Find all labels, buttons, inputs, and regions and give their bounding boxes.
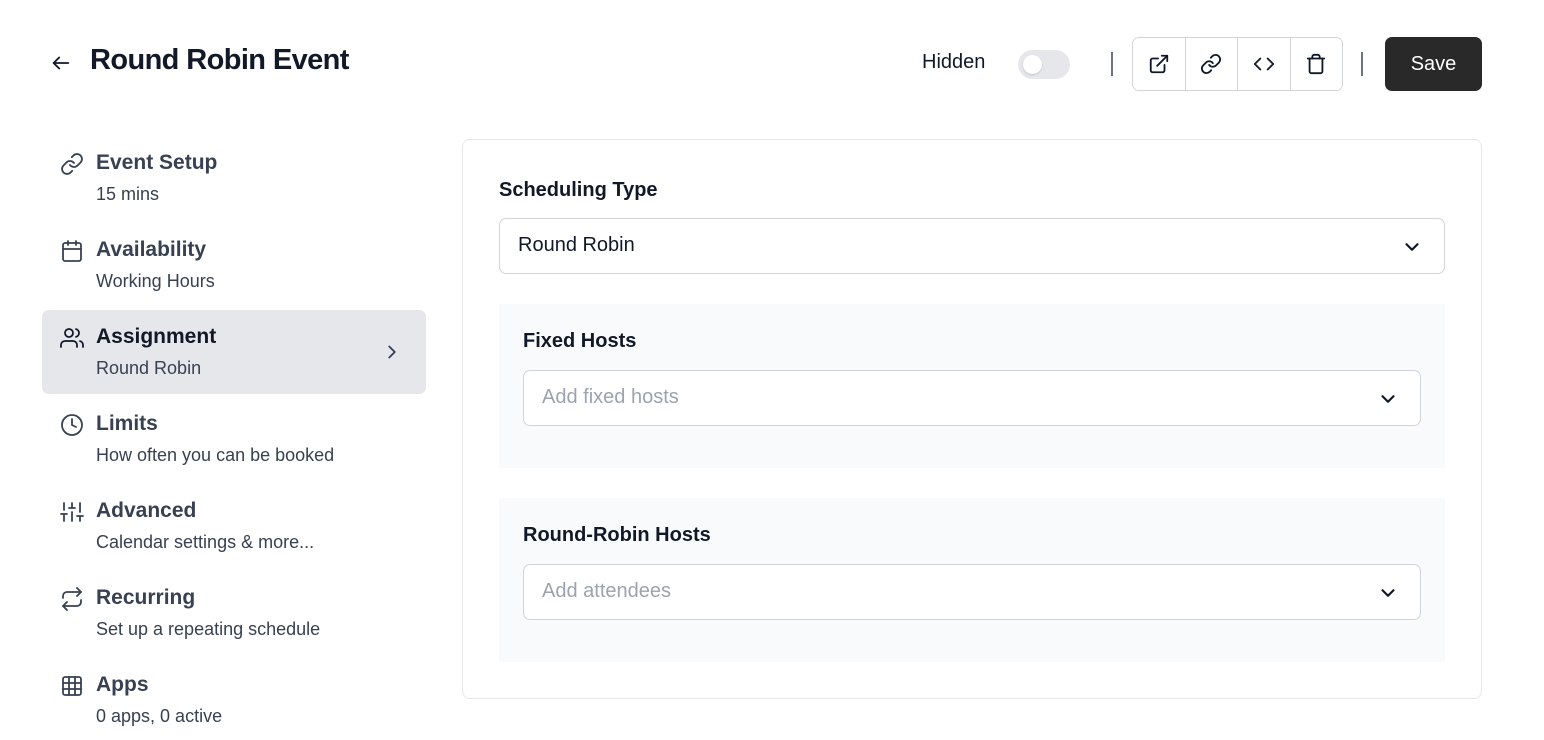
link-icon: [1201, 53, 1222, 75]
preview-button[interactable]: [1133, 38, 1186, 90]
sidebar-item-event-setup[interactable]: Event Setup 15 mins: [42, 136, 426, 220]
back-button[interactable]: [46, 48, 76, 78]
sidebar-item-title: Apps: [96, 673, 149, 696]
sidebar-item-recurring[interactable]: Recurring Set up a repeating schedule: [42, 571, 426, 655]
sidebar-item-assignment[interactable]: Assignment Round Robin: [42, 310, 426, 394]
hidden-toggle[interactable]: [1018, 50, 1070, 79]
sidebar-item-title: Availability: [96, 238, 207, 261]
arrow-left-icon: [52, 56, 70, 70]
chevron-down-icon: [1405, 243, 1419, 251]
sidebar-item-availability[interactable]: Availability Working Hours: [42, 223, 426, 307]
chevron-down-icon: [1381, 395, 1395, 403]
round-robin-hosts-select[interactable]: Add attendees: [523, 564, 1421, 620]
chevron-down-icon: [1381, 589, 1395, 597]
copy-link-button[interactable]: [1185, 38, 1238, 90]
sidebar: Event Setup 15 mins Availability Working…: [42, 136, 426, 740]
hidden-label: Hidden: [922, 51, 986, 73]
round-robin-hosts-section: Round-Robin Hosts Add attendees: [499, 498, 1445, 662]
sidebar-item-advanced[interactable]: Advanced Calendar settings & more...: [42, 484, 426, 568]
sidebar-item-title: Event Setup: [96, 151, 218, 174]
page-title: Round Robin Event: [90, 44, 349, 76]
round-robin-hosts-label: Round-Robin Hosts: [523, 524, 711, 546]
embed-button[interactable]: [1238, 38, 1291, 90]
fixed-hosts-label: Fixed Hosts: [523, 330, 637, 352]
calendar-icon: [62, 240, 82, 262]
sidebar-item-subtitle: Round Robin: [96, 358, 202, 378]
scheduling-type-label: Scheduling Type: [499, 179, 658, 201]
sidebar-item-apps[interactable]: Apps 0 apps, 0 active: [42, 658, 426, 740]
fixed-hosts-placeholder: Add fixed hosts: [542, 386, 679, 408]
fixed-hosts-select[interactable]: Add fixed hosts: [523, 370, 1421, 426]
delete-button[interactable]: [1290, 38, 1342, 90]
sidebar-item-subtitle: 0 apps, 0 active: [96, 706, 223, 726]
sidebar-item-title: Recurring: [96, 586, 196, 609]
sidebar-item-limits[interactable]: Limits How often you can be booked: [42, 397, 426, 481]
save-button[interactable]: Save: [1385, 37, 1482, 91]
grid-icon: [62, 676, 82, 696]
sidebar-item-subtitle: 15 mins: [96, 184, 160, 204]
sidebar-item-subtitle: How often you can be booked: [96, 445, 335, 465]
sidebar-item-title: Advanced: [96, 499, 197, 522]
scheduling-type-select[interactable]: Round Robin: [499, 218, 1445, 274]
link-icon: [61, 153, 83, 175]
header-divider: [1361, 52, 1363, 76]
trash-icon: [1307, 53, 1326, 75]
header-divider: [1111, 52, 1113, 76]
sidebar-item-subtitle: Set up a repeating schedule: [96, 619, 321, 639]
chevron-right-icon: [388, 345, 396, 359]
action-button-group: [1132, 37, 1343, 91]
event-type-editor-page: Round Robin Event Hidden Save Event Setu…: [0, 0, 1544, 740]
external-link-icon: [1149, 54, 1168, 74]
assignment-card: Scheduling Type Round Robin Fixed Hosts …: [462, 139, 1482, 699]
sidebar-item-title: Assignment: [96, 325, 217, 348]
fixed-hosts-section: Fixed Hosts Add fixed hosts: [499, 304, 1445, 468]
sidebar-item-subtitle: Working Hours: [96, 271, 215, 291]
toggle-knob: [1023, 55, 1042, 74]
repeat-icon: [62, 587, 82, 611]
clock-icon: [61, 414, 83, 436]
sliders-icon: [60, 502, 84, 522]
sidebar-item-subtitle: Calendar settings & more...: [96, 532, 315, 552]
scheduling-type-value: Round Robin: [518, 234, 635, 256]
users-icon: [60, 328, 84, 348]
code-icon: [1253, 57, 1274, 71]
round-robin-hosts-placeholder: Add attendees: [542, 580, 671, 602]
sidebar-item-title: Limits: [96, 412, 158, 435]
